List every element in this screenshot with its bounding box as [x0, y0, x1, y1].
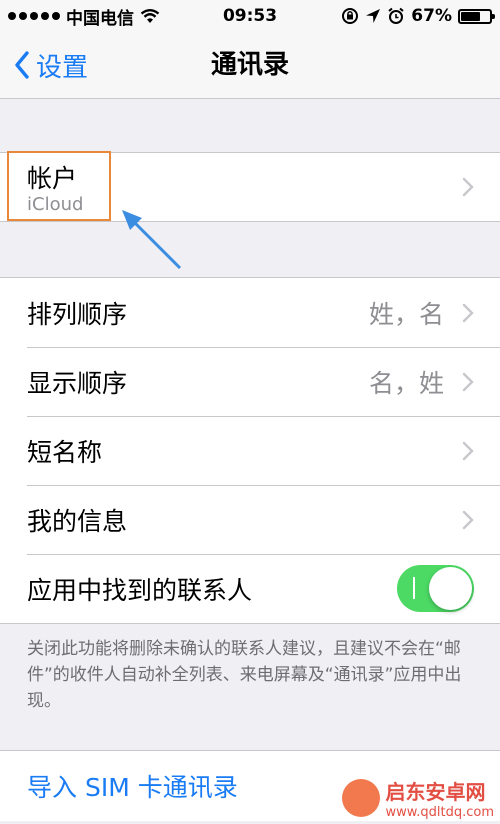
chevron-right-icon [462, 177, 474, 197]
sort-order-value: 姓，名 [368, 299, 444, 329]
sort-order-label: 排列顺序 [27, 299, 128, 329]
watermark-title: 启东安卓网 [385, 780, 486, 804]
chevron-right-icon [462, 372, 474, 391]
import-sim-label: 导入 SIM 卡通讯录 [27, 772, 238, 802]
annotation-arrow-icon [122, 210, 182, 270]
signal-strength-icon [8, 12, 60, 20]
my-info-label: 我的信息 [27, 506, 128, 536]
watermark-text: 启东安卓网 www.qdltdq.com [386, 776, 494, 820]
footnote-text: 关闭此功能将删除未确认的联系人建议，且建议不会在“邮件”的收件人自动补全列表、来… [27, 639, 462, 711]
watermark-url: www.qdltdq.com [385, 805, 494, 820]
battery-icon [458, 8, 495, 24]
my-info-row[interactable]: 我的信息 [0, 485, 500, 554]
display-order-label: 显示顺序 [27, 368, 128, 398]
chevron-right-icon [462, 303, 474, 322]
annotation-highlight-box [7, 151, 111, 221]
short-name-label: 短名称 [27, 437, 103, 467]
found-contacts-row: 应用中找到的联系人 [0, 554, 500, 623]
back-button[interactable]: 设置 [14, 46, 88, 84]
toggle-knob[interactable] [429, 566, 472, 610]
rotation-lock-icon [342, 8, 359, 24]
carrier-name: 中国电信 [66, 8, 134, 29]
watermark-logo [341, 779, 380, 817]
watermark: 启东安卓网 www.qdltdq.com [341, 776, 494, 820]
short-name-row[interactable]: 短名称 [0, 416, 500, 485]
battery-percentage: 67% [411, 6, 452, 26]
display-order-value: 名，姓 [368, 368, 444, 398]
status-left: 中国电信 [8, 4, 160, 29]
navigation-bar: 设置 通讯录 [0, 32, 500, 99]
display-order-row[interactable]: 显示顺序 名，姓 [0, 347, 500, 416]
chevron-right-icon [462, 510, 474, 529]
sort-order-row[interactable]: 排列顺序 姓，名 [0, 278, 500, 347]
battery-level-fill [461, 11, 480, 21]
back-button-label: 设置 [36, 52, 89, 83]
status-bar: 中国电信 09:53 67% [0, 0, 500, 32]
wifi-icon [140, 9, 160, 23]
chevron-left-icon [15, 51, 29, 79]
location-icon [366, 9, 381, 23]
found-contacts-label: 应用中找到的联系人 [27, 575, 253, 605]
alarm-icon [388, 7, 404, 24]
found-contacts-toggle[interactable] [397, 564, 474, 612]
settings-group: 排列顺序 姓，名 显示顺序 名，姓 短名称 我的信息 应用中找到的联系人 [0, 277, 500, 624]
toggle-on-indicator [413, 576, 415, 599]
status-right: 67% [341, 6, 495, 26]
chevron-right-icon [462, 441, 474, 460]
